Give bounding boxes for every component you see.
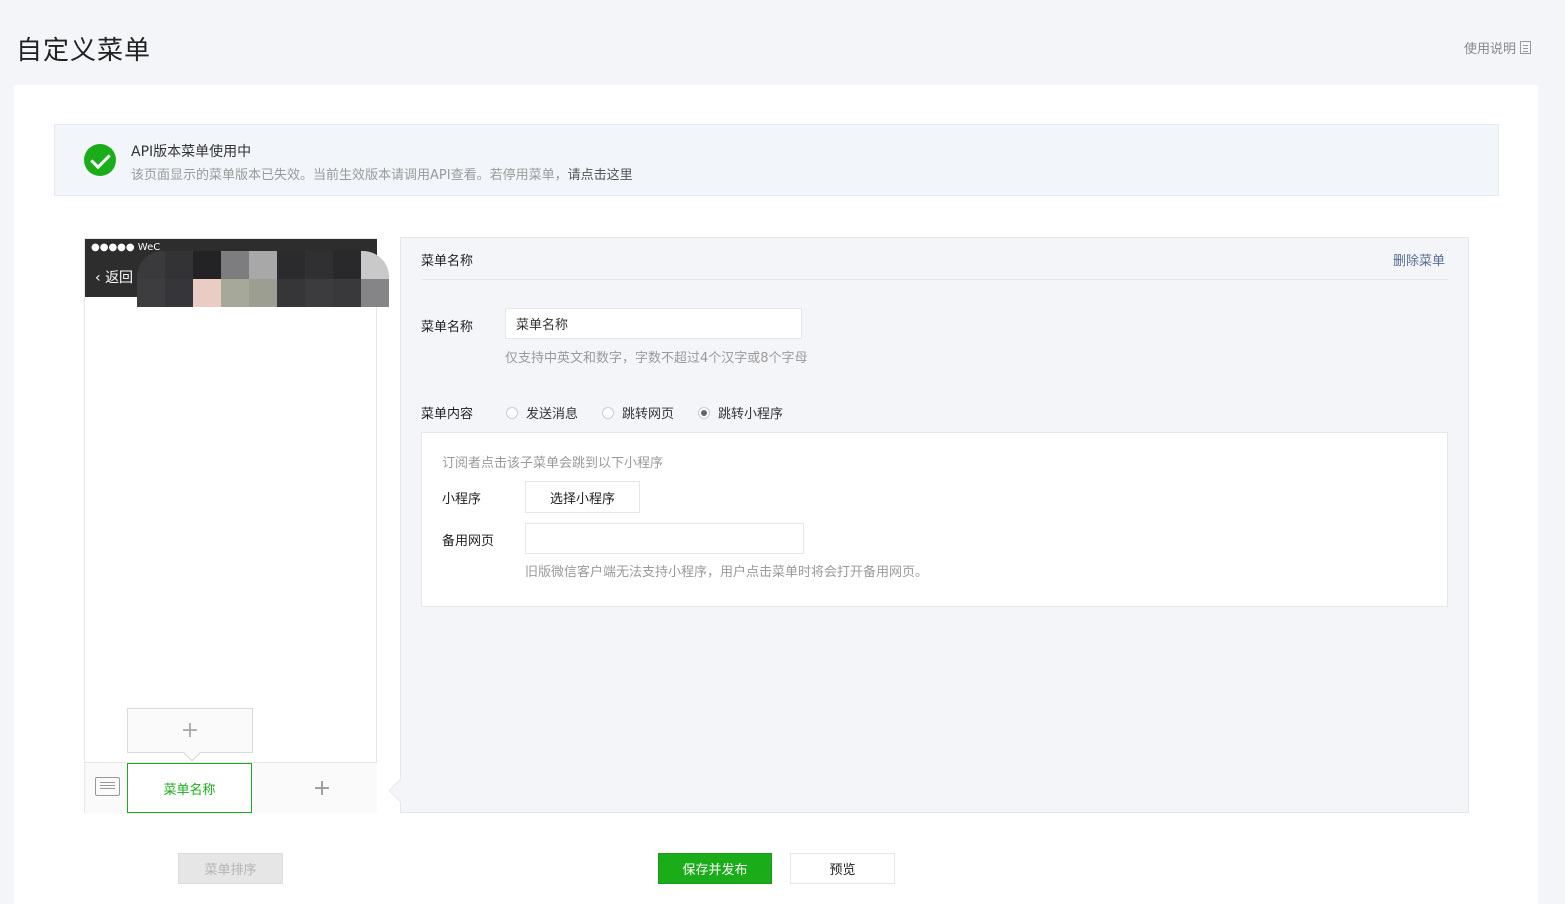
miniprogram-tip: 订阅者点击该子菜单会跳到以下小程序 xyxy=(442,456,664,471)
back-label: 返回 xyxy=(105,270,134,286)
radio-dot xyxy=(506,406,518,419)
preview-button[interactable]: 预览 xyxy=(790,853,895,884)
menu-item-active[interactable]: 菜单名称 xyxy=(127,763,252,813)
backup-url-note: 旧版微信客户端无法支持小程序，用户点击菜单时将会打开备用网页。 xyxy=(525,565,929,580)
radio-label: 发送消息 xyxy=(526,407,579,422)
save-publish-button[interactable]: 保存并发布 xyxy=(658,853,772,884)
phone-preview: ●●●●● WeC ‹ 返回 + 菜单名称 + xyxy=(84,238,389,813)
radio-dot xyxy=(602,406,614,419)
notice-desc-text: 该页面显示的菜单版本已失效。当前生效版本请调用API查看。若停用菜单， xyxy=(131,168,568,183)
choose-miniprogram-button[interactable]: 选择小程序 xyxy=(525,481,640,513)
api-notice: API版本菜单使用中 该页面显示的菜单版本已失效。当前生效版本请调用API查看。… xyxy=(54,124,1499,196)
radio-dot-selected xyxy=(698,406,710,419)
notice-link[interactable]: 请点击这里 xyxy=(568,168,633,183)
miniprogram-label: 小程序 xyxy=(442,492,482,507)
notice-title: API版本菜单使用中 xyxy=(131,144,252,160)
notice-desc: 该页面显示的菜单版本已失效。当前生效版本请调用API查看。若停用菜单，请点击这里 xyxy=(131,164,633,183)
menu-name-input[interactable] xyxy=(505,308,802,339)
add-menu-button[interactable]: + xyxy=(267,763,377,813)
radio-send-message[interactable]: 发送消息 xyxy=(506,403,578,422)
sort-menu-button[interactable]: 菜单排序 xyxy=(178,853,283,884)
help-label: 使用说明 xyxy=(1464,42,1517,57)
document-icon xyxy=(1520,41,1532,54)
phone-back: ‹ 返回 xyxy=(95,270,134,286)
menu-content-label: 菜单内容 xyxy=(421,407,474,422)
divider xyxy=(421,279,1448,280)
phone-menu-bar: 菜单名称 + xyxy=(85,762,377,813)
backup-url-input[interactable] xyxy=(525,523,804,554)
radio-label: 跳转小程序 xyxy=(718,407,784,422)
miniprogram-settings: 订阅者点击该子菜单会跳到以下小程序 小程序 选择小程序 备用网页 旧版微信客户端… xyxy=(421,432,1448,607)
delete-menu-link[interactable]: 删除菜单 xyxy=(1393,250,1445,269)
editor-header: 菜单名称 xyxy=(421,254,474,269)
help-link[interactable]: 使用说明 xyxy=(1464,38,1532,57)
radio-open-miniprogram[interactable]: 跳转小程序 xyxy=(698,403,783,422)
menu-name-label: 菜单名称 xyxy=(421,320,474,335)
phone-status: ●●●●● WeC xyxy=(91,242,161,253)
page-title: 自定义菜单 xyxy=(16,36,152,66)
radio-open-webpage[interactable]: 跳转网页 xyxy=(602,403,674,422)
radio-label: 跳转网页 xyxy=(622,407,675,422)
add-submenu-button[interactable]: + xyxy=(127,708,253,753)
check-circle-icon xyxy=(84,144,116,176)
menu-name-tip: 仅支持中英文和数字，字数不超过4个汉字或8个字母 xyxy=(505,351,808,366)
pixelated-account-name xyxy=(137,251,389,307)
backup-url-label: 备用网页 xyxy=(442,534,495,549)
keyboard-icon[interactable] xyxy=(95,777,120,796)
menu-editor: 菜单名称 删除菜单 菜单名称 仅支持中英文和数字，字数不超过4个汉字或8个字母 … xyxy=(400,237,1469,813)
